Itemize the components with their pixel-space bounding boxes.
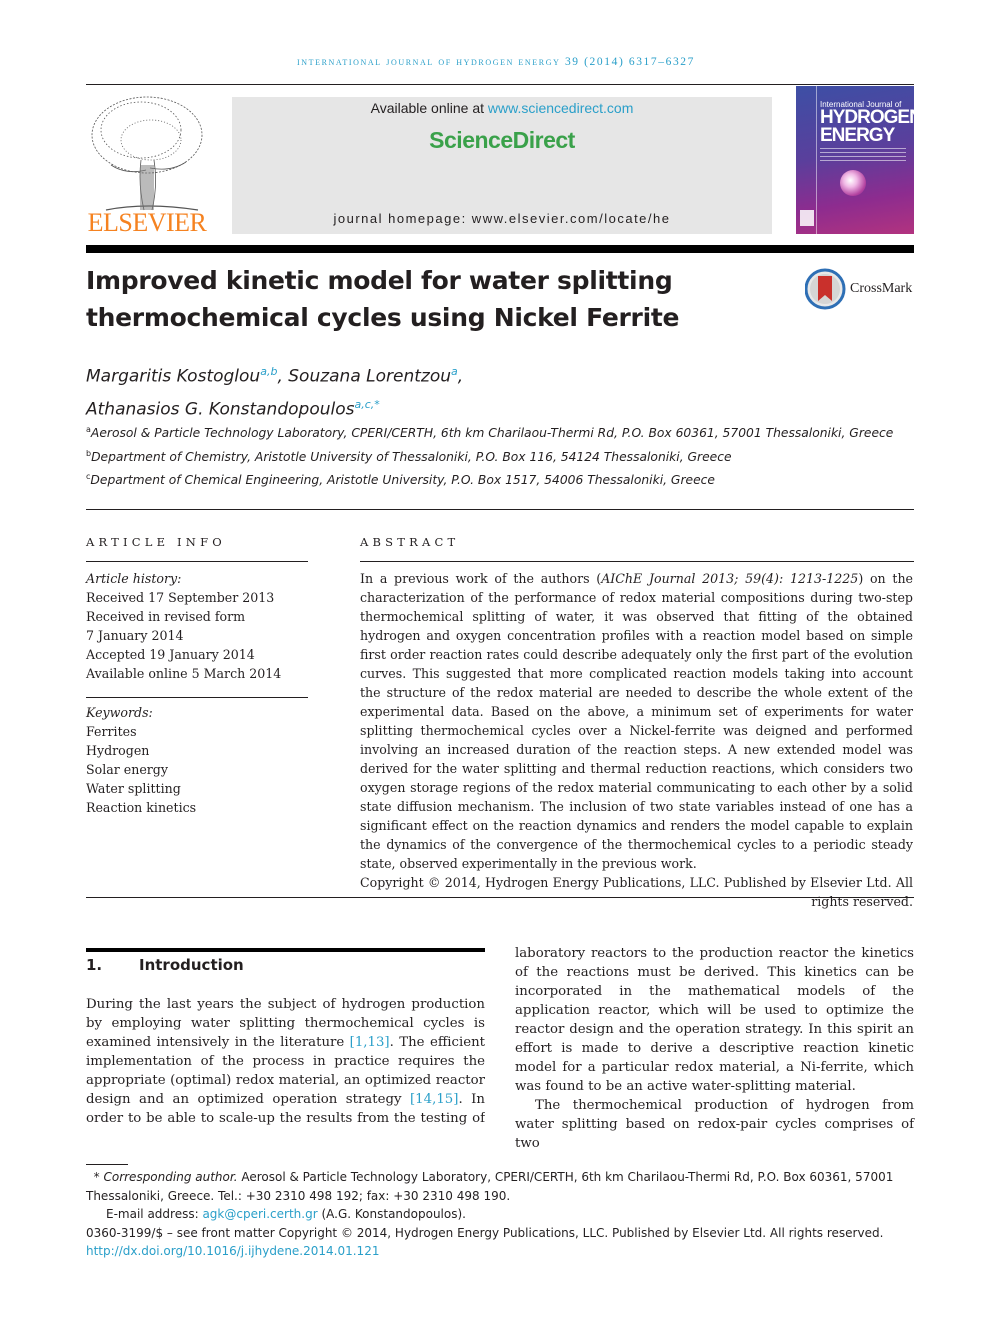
journal-running-header: International Journal of Hydrogen Energy… <box>296 56 696 68</box>
history-item: Accepted 19 January 2014 <box>86 647 255 662</box>
keyword-item[interactable]: Reaction kinetics <box>86 798 316 817</box>
history-item: Received 17 September 2013 <box>86 590 275 605</box>
cover-publisher-badge <box>800 210 814 226</box>
article-history-label: Article history: <box>86 571 182 586</box>
abstract-body: In a previous work of the authors (AIChE… <box>360 569 913 911</box>
affiliation-item: bDepartment of Chemistry, Aristotle Univ… <box>86 444 916 468</box>
article-info-heading: ARTICLE INFO <box>86 535 226 549</box>
citation-link[interactable]: [1,13] <box>350 1035 390 1050</box>
footnotes: * Corresponding author. Aerosol & Partic… <box>86 1168 916 1261</box>
article-info-divider <box>86 561 308 562</box>
affiliation-text: Department of Chemical Engineering, Aris… <box>90 473 715 488</box>
affiliation-text: Department of Chemistry, Aristotle Unive… <box>91 449 732 464</box>
sciencedirect-link[interactable]: www.sciencedirect.com <box>488 100 634 116</box>
article-title: Improved kinetic model for water splitti… <box>86 266 680 332</box>
author-affiliation-marks[interactable]: a,c,* <box>354 398 379 411</box>
author-name[interactable]: Athanasios G. Konstandopoulos <box>86 399 354 419</box>
journal-homepage[interactable]: journal homepage: www.elsevier.com/locat… <box>232 211 772 226</box>
abstract-citation: AIChE Journal 2013; 59(4): 1213-1225 <box>601 571 859 586</box>
history-item: 7 January 2014 <box>86 628 184 643</box>
keyword-item[interactable]: Hydrogen <box>86 741 316 760</box>
affiliation-item: aAerosol & Particle Technology Laborator… <box>86 420 916 444</box>
affiliations-divider <box>86 509 914 510</box>
corresponding-author-label: Corresponding author. <box>103 1170 238 1184</box>
elsevier-wordmark: ELSEVIER <box>87 208 207 237</box>
cover-divider <box>816 86 817 234</box>
abstract-heading: ABSTRACT <box>360 535 460 549</box>
abstract-divider <box>360 561 914 562</box>
citation-link[interactable]: [14,15] <box>410 1092 458 1107</box>
email-link[interactable]: agk@cperi.certh.gr <box>202 1207 317 1221</box>
top-divider <box>86 84 914 85</box>
journal-cover-image: International Journal of HYDROGEN ENERGY <box>796 86 914 234</box>
keywords-label: Keywords: <box>86 705 153 720</box>
corresponding-author-note: * Corresponding author. Aerosol & Partic… <box>86 1168 916 1205</box>
email-suffix: (A.G. Konstandopoulos). <box>317 1207 466 1221</box>
author-separator: , <box>277 366 289 387</box>
keyword-item[interactable]: Solar energy <box>86 760 316 779</box>
footnote-divider <box>86 1164 128 1165</box>
history-item: Available online 5 March 2014 <box>86 666 282 681</box>
cover-hydrogen-energy: HYDROGEN ENERGY <box>820 108 914 146</box>
affiliation-item: cDepartment of Chemical Engineering, Ari… <box>86 467 916 491</box>
available-online-text: Available online at www.sciencedirect.co… <box>232 100 772 116</box>
section-heading: Introduction <box>139 956 244 974</box>
abstract-end-divider <box>86 897 914 898</box>
intro-heading-rule <box>86 948 485 952</box>
author-name[interactable]: Margaritis Kostoglou <box>86 367 260 387</box>
abstract-paragraph: In a previous work of the authors (AIChE… <box>360 569 913 873</box>
section-number: 1. <box>86 956 103 974</box>
available-online-label: Available online at <box>370 100 488 116</box>
keywords-divider <box>86 697 308 698</box>
author-separator: , <box>457 366 464 387</box>
author-name[interactable]: Souzana Lorentzou <box>288 367 451 387</box>
history-item: Received in revised form <box>86 609 246 624</box>
doi-link[interactable]: http://dx.doi.org/10.1016/j.ijhydene.201… <box>86 1244 379 1258</box>
keyword-item[interactable]: Ferrites <box>86 722 316 741</box>
footnote-mark: * <box>93 1170 100 1184</box>
abstract-text: ) on the characterization of the perform… <box>360 571 914 871</box>
abstract-copyright: Copyright © 2014, Hydrogen Energy Public… <box>360 875 913 909</box>
author-affiliation-marks[interactable]: a,b <box>260 365 277 378</box>
author-list: Margaritis Kostogloua,b, Souzana Lorentz… <box>86 358 786 423</box>
email-label: E-mail address: <box>106 1207 203 1221</box>
sciencedirect-brand: ScienceDirect <box>429 127 575 153</box>
intro-paragraph-2: The thermochemical production of hydroge… <box>515 1098 914 1151</box>
intro-paragraph-col1: During the last years the subject of hyd… <box>86 995 485 1130</box>
keyword-item[interactable]: Water splitting <box>86 779 316 798</box>
cover-editors-text <box>820 148 906 162</box>
keywords-list: Keywords: Ferrites Hydrogen Solar energy… <box>86 703 316 817</box>
article-history: Article history: Received 17 September 2… <box>86 569 316 683</box>
affiliation-list: aAerosol & Particle Technology Laborator… <box>86 420 916 491</box>
cover-energy: ENERGY <box>820 125 895 146</box>
abstract-lead: In a previous work of the authors ( <box>360 571 602 586</box>
issn-line: 0360-3199/$ – see front matter Copyright… <box>86 1225 884 1240</box>
email-note: E-mail address: agk@cperi.certh.gr (A.G.… <box>86 1205 916 1224</box>
header-thick-rule <box>86 245 914 253</box>
intro-text-continued: laboratory reactors to the production re… <box>515 946 914 1094</box>
affiliation-text: Aerosol & Particle Technology Laboratory… <box>90 426 894 441</box>
crossmark-label[interactable]: CrossMark <box>850 281 912 297</box>
intro-paragraph-col2: laboratory reactors to the production re… <box>515 944 914 1153</box>
cover-orb-graphic <box>840 170 866 196</box>
author-affiliation-marks[interactable]: a <box>451 365 458 378</box>
